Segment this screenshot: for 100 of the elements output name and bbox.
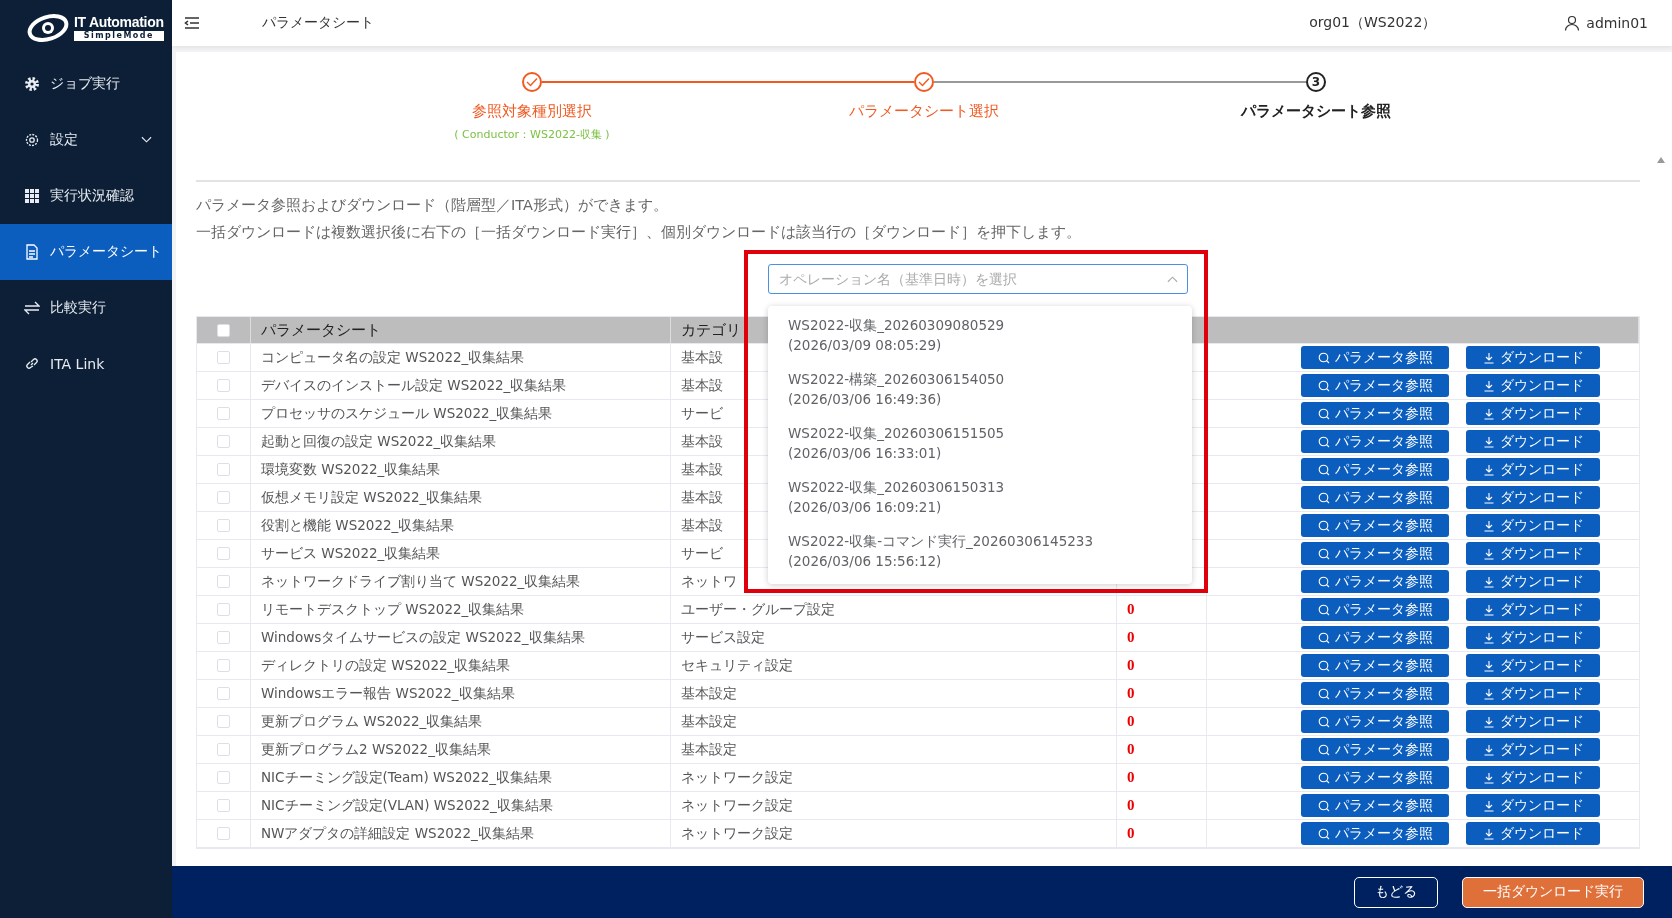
- search-icon: [1317, 631, 1330, 644]
- settings-icon: [24, 132, 40, 148]
- download-icon: [1482, 407, 1495, 420]
- download-button[interactable]: ダウンロード: [1466, 374, 1600, 397]
- download-button[interactable]: ダウンロード: [1466, 430, 1600, 453]
- parameter-reference-button[interactable]: パラメータ参照: [1301, 374, 1449, 397]
- row-checkbox[interactable]: [217, 799, 230, 812]
- user-name[interactable]: admin01: [1586, 15, 1648, 31]
- download-button[interactable]: ダウンロード: [1466, 458, 1600, 481]
- row-checkbox[interactable]: [217, 771, 230, 784]
- parameter-reference-button[interactable]: パラメータ参照: [1301, 486, 1449, 509]
- sidebar-item[interactable]: ジョブ実行: [0, 56, 172, 112]
- search-icon: [1317, 547, 1330, 560]
- search-icon: [1317, 715, 1330, 728]
- table-cell: Windowsタイムサービスの設定 WS2022_収集結果: [251, 624, 671, 651]
- download-button[interactable]: ダウンロード: [1466, 710, 1600, 733]
- parameter-reference-button[interactable]: パラメータ参照: [1301, 542, 1449, 565]
- table-cell: コンピュータ名の設定 WS2022_収集結果: [251, 344, 671, 371]
- row-checkbox[interactable]: [217, 659, 230, 672]
- table-cell: セキュリティ設定: [671, 652, 1117, 679]
- download-button[interactable]: ダウンロード: [1466, 570, 1600, 593]
- description-text: パラメータ参照およびダウンロード（階層型／ITA形式）ができます。: [196, 196, 669, 215]
- parameter-reference-button[interactable]: パラメータ参照: [1301, 402, 1449, 425]
- sidebar-item[interactable]: パラメータシート: [0, 224, 172, 280]
- menu-icon[interactable]: [184, 17, 200, 29]
- table-cell: 起動と回復の設定 WS2022_収集結果: [251, 428, 671, 455]
- parameter-reference-button[interactable]: パラメータ参照: [1301, 570, 1449, 593]
- table-cell: NICチーミング設定(Team) WS2022_収集結果: [251, 764, 671, 791]
- step-label: 参照対象種別選択: [472, 102, 592, 121]
- parameter-reference-button[interactable]: パラメータ参照: [1301, 710, 1449, 733]
- row-checkbox[interactable]: [217, 463, 230, 476]
- parameter-reference-button[interactable]: パラメータ参照: [1301, 766, 1449, 789]
- download-icon: [1482, 519, 1495, 532]
- download-button[interactable]: ダウンロード: [1466, 514, 1600, 537]
- select-all-checkbox[interactable]: [217, 323, 230, 337]
- search-icon: [1317, 519, 1330, 532]
- row-checkbox[interactable]: [217, 575, 230, 588]
- row-checkbox[interactable]: [217, 743, 230, 756]
- parameter-reference-button[interactable]: パラメータ参照: [1301, 514, 1449, 537]
- download-button[interactable]: ダウンロード: [1466, 822, 1600, 845]
- search-icon: [1317, 743, 1330, 756]
- download-button[interactable]: ダウンロード: [1466, 654, 1600, 677]
- download-button[interactable]: ダウンロード: [1466, 766, 1600, 789]
- download-button[interactable]: ダウンロード: [1466, 402, 1600, 425]
- parameter-reference-button[interactable]: パラメータ参照: [1301, 822, 1449, 845]
- parameter-reference-button[interactable]: パラメータ参照: [1301, 654, 1449, 677]
- back-button[interactable]: もどる: [1354, 876, 1438, 908]
- parameter-reference-button[interactable]: パラメータ参照: [1301, 346, 1449, 369]
- download-button[interactable]: ダウンロード: [1466, 626, 1600, 649]
- row-checkbox[interactable]: [217, 491, 230, 504]
- row-checkbox[interactable]: [217, 631, 230, 644]
- row-checkbox[interactable]: [217, 351, 230, 364]
- parameter-reference-button[interactable]: パラメータ参照: [1301, 738, 1449, 761]
- row-checkbox[interactable]: [217, 827, 230, 840]
- parameter-reference-button[interactable]: パラメータ参照: [1301, 430, 1449, 453]
- dropdown-option[interactable]: WS2022-収集_20260309080529 (2026/03/09 08:05:29): [768, 310, 1192, 364]
- row-checkbox[interactable]: [217, 687, 230, 700]
- grid-icon: [24, 188, 40, 204]
- table-cell: サービス設定: [671, 624, 1117, 651]
- row-checkbox[interactable]: [217, 379, 230, 392]
- row-checkbox[interactable]: [217, 519, 230, 532]
- download-icon: [1482, 799, 1495, 812]
- row-checkbox[interactable]: [217, 715, 230, 728]
- row-checkbox[interactable]: [217, 407, 230, 420]
- parameter-reference-button[interactable]: パラメータ参照: [1301, 626, 1449, 649]
- operation-select-field[interactable]: オペレーション名（基準日時）を選択: [768, 264, 1188, 294]
- search-icon: [1317, 407, 1330, 420]
- row-checkbox[interactable]: [217, 547, 230, 560]
- parameter-reference-button[interactable]: パラメータ参照: [1301, 682, 1449, 705]
- parameter-reference-button[interactable]: パラメータ参照: [1301, 598, 1449, 621]
- sidebar-item[interactable]: 比較実行: [0, 280, 172, 336]
- count-value: 0: [1127, 685, 1135, 702]
- table-cell: 仮想メモリ設定 WS2022_収集結果: [251, 484, 671, 511]
- parameter-reference-button[interactable]: パラメータ参照: [1301, 794, 1449, 817]
- sidebar-item[interactable]: ITA Link: [0, 336, 172, 392]
- step-number: 3: [1306, 72, 1326, 92]
- download-icon: [1482, 491, 1495, 504]
- parameter-reference-button[interactable]: パラメータ参照: [1301, 458, 1449, 481]
- bulk-download-button[interactable]: 一括ダウンロード実行: [1462, 876, 1644, 908]
- table-cell: ネットワーク設定: [671, 820, 1117, 847]
- download-button[interactable]: ダウンロード: [1466, 542, 1600, 565]
- sidebar-item[interactable]: 実行状況確認: [0, 168, 172, 224]
- description-text: 一括ダウンロードは複数選択後に右下の［一括ダウンロード実行］、個別ダウンロードは該当行の［ダウンロード］を押下します。: [196, 223, 1082, 242]
- download-icon: [1482, 351, 1495, 364]
- row-checkbox[interactable]: [217, 603, 230, 616]
- table-cell: リモートデスクトップ WS2022_収集結果: [251, 596, 671, 623]
- download-button[interactable]: ダウンロード: [1466, 682, 1600, 705]
- download-button[interactable]: ダウンロード: [1466, 794, 1600, 817]
- row-checkbox[interactable]: [217, 435, 230, 448]
- table-cell: ネットワークドライブ割り当て WS2022_収集結果: [251, 568, 671, 595]
- count-value: 0: [1127, 629, 1135, 646]
- download-button[interactable]: ダウンロード: [1466, 598, 1600, 621]
- download-button[interactable]: ダウンロード: [1466, 346, 1600, 369]
- scroll-up-arrow-icon[interactable]: [1656, 156, 1666, 164]
- table-cell: 役割と機能 WS2022_収集結果: [251, 512, 671, 539]
- download-button[interactable]: ダウンロード: [1466, 738, 1600, 761]
- sidebar-item[interactable]: 設定: [0, 112, 172, 168]
- download-icon: [1482, 463, 1495, 476]
- download-button[interactable]: ダウンロード: [1466, 486, 1600, 509]
- eye-logo-icon: [26, 13, 70, 43]
